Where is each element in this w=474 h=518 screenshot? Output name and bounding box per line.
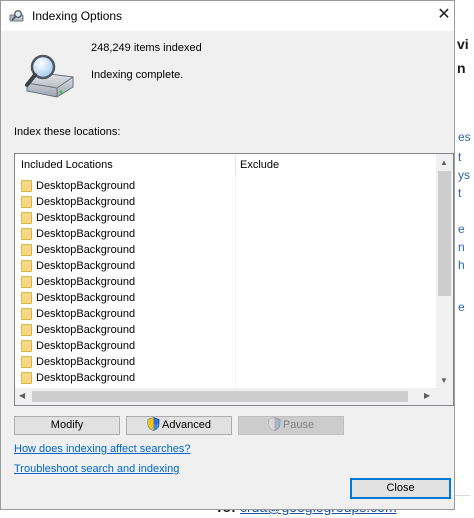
index-locations-label: Index these locations: <box>14 126 121 138</box>
horizontal-scroll-thumb[interactable] <box>32 391 408 402</box>
indexing-magnifier-drive-icon <box>25 54 74 98</box>
location-rows: DesktopBackground DesktopBackground Desk… <box>15 178 235 386</box>
background-text: t <box>458 186 462 200</box>
folder-icon <box>21 372 32 384</box>
folder-icon <box>21 228 32 240</box>
advanced-button-label: Advanced <box>162 419 211 431</box>
uac-shield-icon <box>147 417 160 432</box>
uac-shield-icon <box>268 417 281 432</box>
pause-button[interactable]: Pause <box>238 416 344 435</box>
horizontal-scrollbar[interactable]: ◀ ▶ <box>15 388 436 405</box>
scroll-up-arrow-icon[interactable]: ▲ <box>440 158 448 167</box>
scrollbar-corner <box>436 388 453 405</box>
list-item[interactable]: DesktopBackground <box>15 370 235 386</box>
list-item[interactable]: DesktopBackground <box>15 178 235 194</box>
background-text: ys <box>458 168 470 182</box>
list-item[interactable]: DesktopBackground <box>15 258 235 274</box>
column-exclude[interactable]: Exclude <box>240 159 279 171</box>
title-bar[interactable]: Indexing Options ✕ <box>1 1 454 31</box>
location-name: DesktopBackground <box>36 356 136 368</box>
location-name: DesktopBackground <box>36 180 136 192</box>
folder-icon <box>21 324 32 336</box>
column-divider <box>235 174 236 388</box>
location-name: DesktopBackground <box>36 228 136 240</box>
vertical-scrollbar[interactable]: ▲ ▼ <box>436 154 453 388</box>
scroll-right-arrow-icon[interactable]: ▶ <box>424 391 430 400</box>
list-item[interactable]: DesktopBackground <box>15 322 235 338</box>
location-name: DesktopBackground <box>36 292 136 304</box>
background-text: es <box>458 130 471 144</box>
background-text: vi <box>457 36 469 52</box>
list-item[interactable]: DesktopBackground <box>15 290 235 306</box>
list-item[interactable]: DesktopBackground <box>15 354 235 370</box>
list-item[interactable]: DesktopBackground <box>15 194 235 210</box>
location-name: DesktopBackground <box>36 308 136 320</box>
folder-icon <box>21 260 32 272</box>
location-name: DesktopBackground <box>36 260 136 272</box>
advanced-button[interactable]: Advanced <box>126 416 232 435</box>
column-included-locations[interactable]: Included Locations <box>21 159 113 171</box>
folder-icon <box>21 340 32 352</box>
scroll-down-arrow-icon[interactable]: ▼ <box>440 376 448 385</box>
close-button[interactable]: Close <box>350 478 451 499</box>
background-text: n <box>458 240 465 254</box>
list-column-header: Included Locations Exclude <box>15 154 436 174</box>
troubleshoot-link[interactable]: Troubleshoot search and indexing <box>14 463 179 475</box>
folder-icon <box>21 356 32 368</box>
list-item[interactable]: DesktopBackground <box>15 210 235 226</box>
pause-button-label: Pause <box>282 419 315 431</box>
items-indexed-count: 248,249 items indexed <box>91 42 202 54</box>
background-text: h <box>458 258 465 272</box>
locations-list[interactable]: Included Locations Exclude DesktopBackgr… <box>14 153 454 406</box>
list-item[interactable]: DesktopBackground <box>15 242 235 258</box>
indexing-status: Indexing complete. <box>91 69 184 81</box>
background-text: t <box>458 150 462 164</box>
list-item[interactable]: DesktopBackground <box>15 226 235 242</box>
folder-icon <box>21 244 32 256</box>
location-name: DesktopBackground <box>36 324 136 336</box>
list-item[interactable]: DesktopBackground <box>15 306 235 322</box>
location-name: DesktopBackground <box>36 372 136 384</box>
folder-icon <box>21 180 32 192</box>
background-text: e <box>458 300 465 314</box>
location-name: DesktopBackground <box>36 212 136 224</box>
column-separator[interactable] <box>235 154 236 174</box>
location-name: DesktopBackground <box>36 276 136 288</box>
indexing-help-link[interactable]: How does indexing affect searches? <box>14 443 191 455</box>
background-text: e <box>458 222 465 236</box>
background-window: vi n es t ys t e n h e <box>455 0 474 517</box>
location-name: DesktopBackground <box>36 244 136 256</box>
folder-icon <box>21 276 32 288</box>
location-name: DesktopBackground <box>36 340 136 352</box>
location-name: DesktopBackground <box>36 196 136 208</box>
vertical-scroll-thumb[interactable] <box>438 171 451 296</box>
list-item[interactable]: DesktopBackground <box>15 274 235 290</box>
background-text: n <box>457 60 466 76</box>
modify-button[interactable]: Modify <box>14 416 120 435</box>
folder-icon <box>21 308 32 320</box>
indexing-options-dialog: Indexing Options ✕ 248,249 items indexed… <box>0 0 455 510</box>
list-item[interactable]: DesktopBackground <box>15 338 235 354</box>
folder-icon <box>21 212 32 224</box>
folder-icon <box>21 292 32 304</box>
indexing-drive-icon <box>9 10 24 22</box>
folder-icon <box>21 196 32 208</box>
scroll-left-arrow-icon[interactable]: ◀ <box>19 391 25 400</box>
close-window-button[interactable]: ✕ <box>433 4 455 26</box>
window-title: Indexing Options <box>32 9 123 23</box>
